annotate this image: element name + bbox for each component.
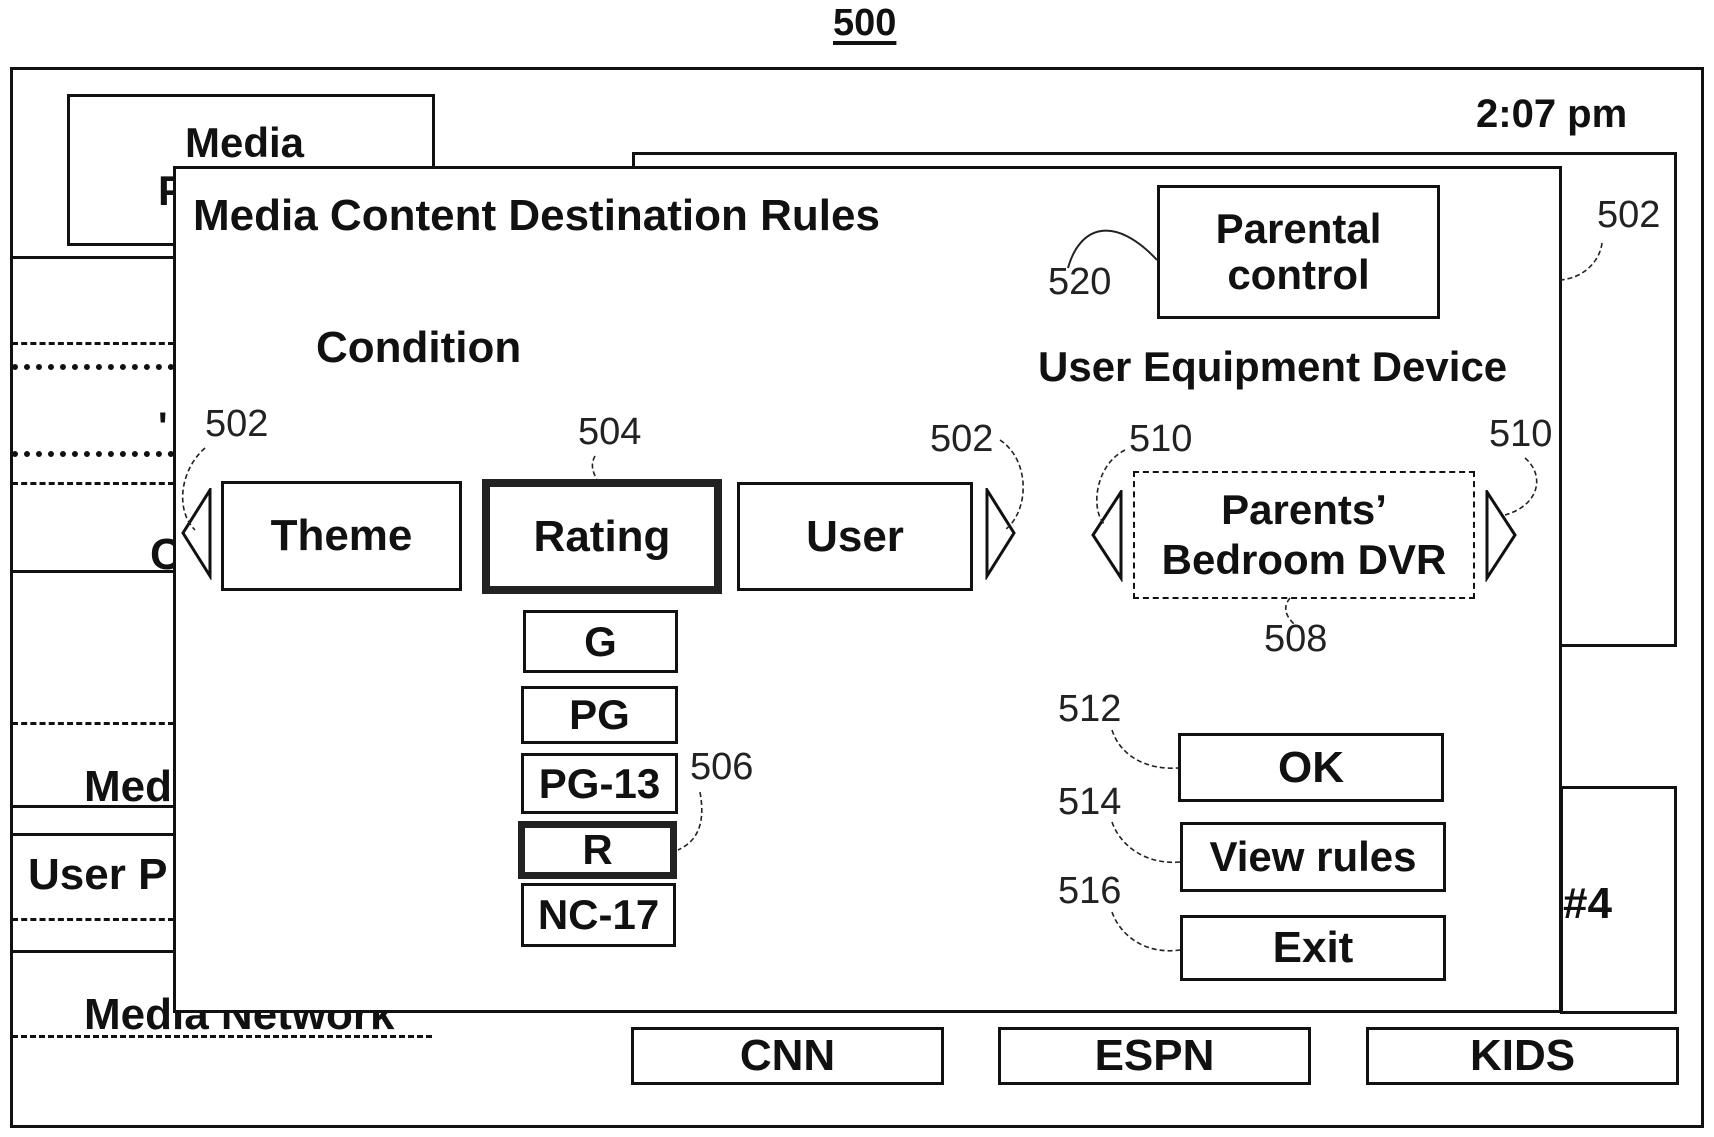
parental-control-label: control [1227,251,1370,298]
left-strip-divider [12,918,174,921]
parental-control-button[interactable]: Parental control [1157,185,1440,319]
left-strip-partial-label[interactable]: User P [28,850,167,900]
left-strip-partial-label: ' [158,405,168,449]
device-prev-arrow-icon[interactable] [1090,490,1124,582]
left-strip-partial-label[interactable]: Med [84,762,172,812]
figure-number: 500 [833,2,897,44]
ref-508: 508 [1264,618,1328,660]
left-strip-divider [12,1035,432,1038]
rating-option-pg[interactable]: PG [521,686,678,744]
media-box-label: Media [185,119,305,166]
condition-heading: Condition [316,323,522,372]
condition-next-arrow-icon[interactable] [985,488,1017,580]
listing-box-4-label: #4 [1563,879,1612,928]
left-strip-divider [12,722,174,725]
parental-control-label: Parental [1215,204,1382,252]
ref-520: 520 [1048,261,1112,303]
ref-510-left: 510 [1129,418,1193,460]
ref-504: 504 [578,411,642,453]
ref-502-left: 502 [205,403,269,445]
left-strip-divider [12,482,174,485]
listing-box-4[interactable]: #4 [1560,786,1677,1014]
left-strip-highlight-top [12,364,174,370]
channel-cnn-button[interactable]: CNN [631,1027,944,1085]
ref-512: 512 [1058,688,1122,730]
left-strip-divider [12,950,174,953]
channel-kids-button[interactable]: KIDS [1366,1027,1679,1085]
condition-rating-button[interactable]: Rating [482,479,722,594]
dialog-title: Media Content Destination Rules [193,191,880,240]
device-heading: User Equipment Device [1038,343,1508,390]
left-strip-highlight-bottom [12,451,174,457]
ref-514: 514 [1058,781,1122,823]
condition-theme-button[interactable]: Theme [221,481,462,591]
device-name: Bedroom DVR [1161,536,1447,583]
device-next-arrow-icon[interactable] [1485,490,1519,582]
left-strip-divider [12,342,174,345]
left-strip-divider [12,256,174,259]
ref-502-panel: 502 [1597,194,1661,236]
ref-502-right: 502 [930,418,994,460]
ref-510-right: 510 [1489,413,1553,455]
clock: 2:07 pm [1476,92,1628,136]
ref-516: 516 [1058,870,1122,912]
condition-user-button[interactable]: User [737,482,973,591]
channel-espn-button[interactable]: ESPN [998,1027,1311,1085]
exit-button[interactable]: Exit [1180,915,1446,981]
rating-option-pg13[interactable]: PG-13 [521,753,678,814]
rating-option-nc17[interactable]: NC-17 [521,883,676,947]
device-selector[interactable]: Parents’ Bedroom DVR [1133,471,1475,599]
rating-option-g[interactable]: G [523,610,678,673]
device-name: Parents’ [1221,485,1387,533]
ref-506: 506 [690,746,754,788]
left-strip-divider [12,833,174,836]
view-rules-button[interactable]: View rules [1180,822,1446,892]
condition-prev-arrow-icon[interactable] [180,488,212,580]
rating-option-r[interactable]: R [518,821,677,879]
ok-button[interactable]: OK [1178,733,1444,802]
